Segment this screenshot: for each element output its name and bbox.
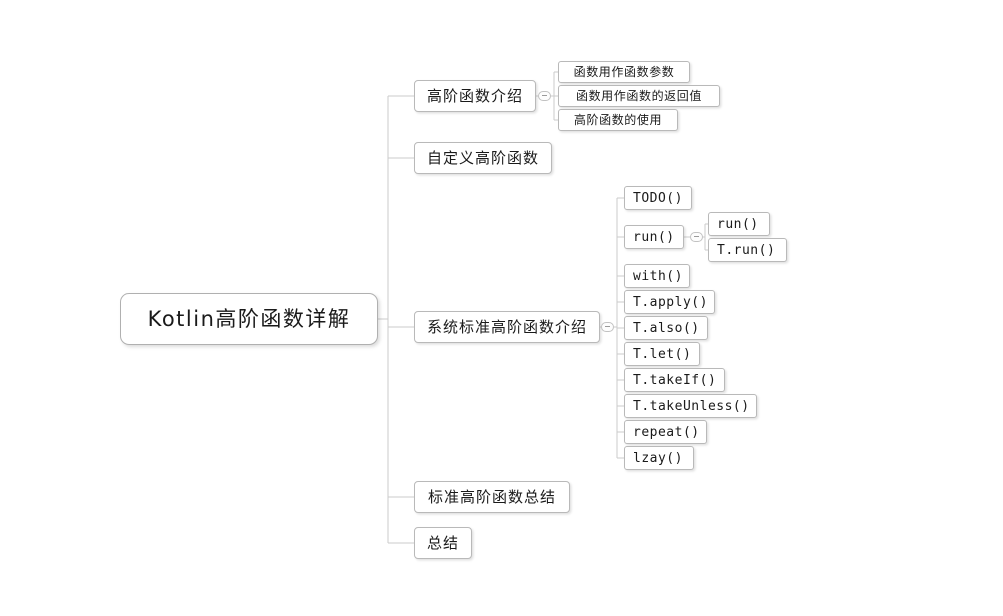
node-with-function[interactable]: with() (624, 264, 690, 288)
node-label: TODO() (633, 190, 683, 206)
node-label: 高阶函数介绍 (426, 86, 523, 105)
root-node[interactable]: Kotlin高阶函数详解 (120, 293, 378, 345)
collapse-toggle-icon-std[interactable] (601, 322, 614, 332)
node-todo-function[interactable]: TODO() (624, 186, 692, 210)
node-label: T.takeIf() (633, 372, 717, 388)
node-label: T.apply() (633, 294, 708, 310)
node-hanshu-yongzuo-hanshu-canshu[interactable]: 函数用作函数参数 (558, 61, 690, 83)
node-label: run() (717, 216, 759, 232)
node-t-run-function[interactable]: T.run() (708, 238, 787, 262)
node-t-let-function[interactable]: T.let() (624, 342, 700, 366)
node-zidingyi-gaojie-hanshu[interactable]: 自定义高阶函数 (414, 142, 552, 174)
node-label: T.takeUnless() (633, 398, 750, 414)
node-label: T.run() (717, 242, 776, 258)
node-t-takeunless-function[interactable]: T.takeUnless() (624, 394, 757, 418)
node-label: 系统标准高阶函数介绍 (426, 317, 587, 336)
node-run-function[interactable]: run() (624, 225, 684, 249)
node-label: T.let() (633, 346, 692, 362)
node-xitong-biaozhun-gaojie-hanshu-jieshao[interactable]: 系统标准高阶函数介绍 (414, 311, 600, 343)
collapse-toggle-icon-intro[interactable] (538, 91, 551, 101)
node-t-takeif-function[interactable]: T.takeIf() (624, 368, 725, 392)
node-gaojie-hanshu-de-shiyong[interactable]: 高阶函数的使用 (558, 109, 678, 131)
node-zongjie[interactable]: 总结 (414, 527, 472, 559)
node-label: with() (633, 268, 683, 284)
node-gaojie-hanshu-jieshao[interactable]: 高阶函数介绍 (414, 80, 536, 112)
node-repeat-function[interactable]: repeat() (624, 420, 707, 444)
node-t-apply-function[interactable]: T.apply() (624, 290, 715, 314)
node-label: T.also() (633, 320, 700, 336)
node-label: 标准高阶函数总结 (427, 487, 556, 506)
node-lzay-function[interactable]: lzay() (624, 446, 694, 470)
node-hanshu-yongzuo-hanshu-fanhuizhi[interactable]: 函数用作函数的返回值 (558, 85, 720, 107)
node-label: repeat() (633, 424, 700, 440)
node-label: 自定义高阶函数 (426, 148, 539, 167)
root-node-label: Kotlin高阶函数详解 (147, 306, 351, 331)
node-label: 函数用作函数参数 (573, 65, 675, 79)
collapse-toggle-icon-run[interactable] (690, 232, 703, 242)
node-biaozhun-gaojie-hanshu-zongjie[interactable]: 标准高阶函数总结 (414, 481, 570, 513)
node-run-plain-function[interactable]: run() (708, 212, 770, 236)
node-label: run() (633, 229, 675, 245)
node-label: 高阶函数的使用 (573, 113, 663, 127)
node-t-also-function[interactable]: T.also() (624, 316, 708, 340)
node-label: lzay() (633, 450, 683, 466)
node-label: 总结 (426, 533, 459, 552)
mindmap-canvas: Kotlin高阶函数详解 高阶函数介绍 自定义高阶函数 系统标准高阶函数介绍 标… (0, 0, 1003, 616)
node-label: 函数用作函数的返回值 (575, 89, 702, 103)
